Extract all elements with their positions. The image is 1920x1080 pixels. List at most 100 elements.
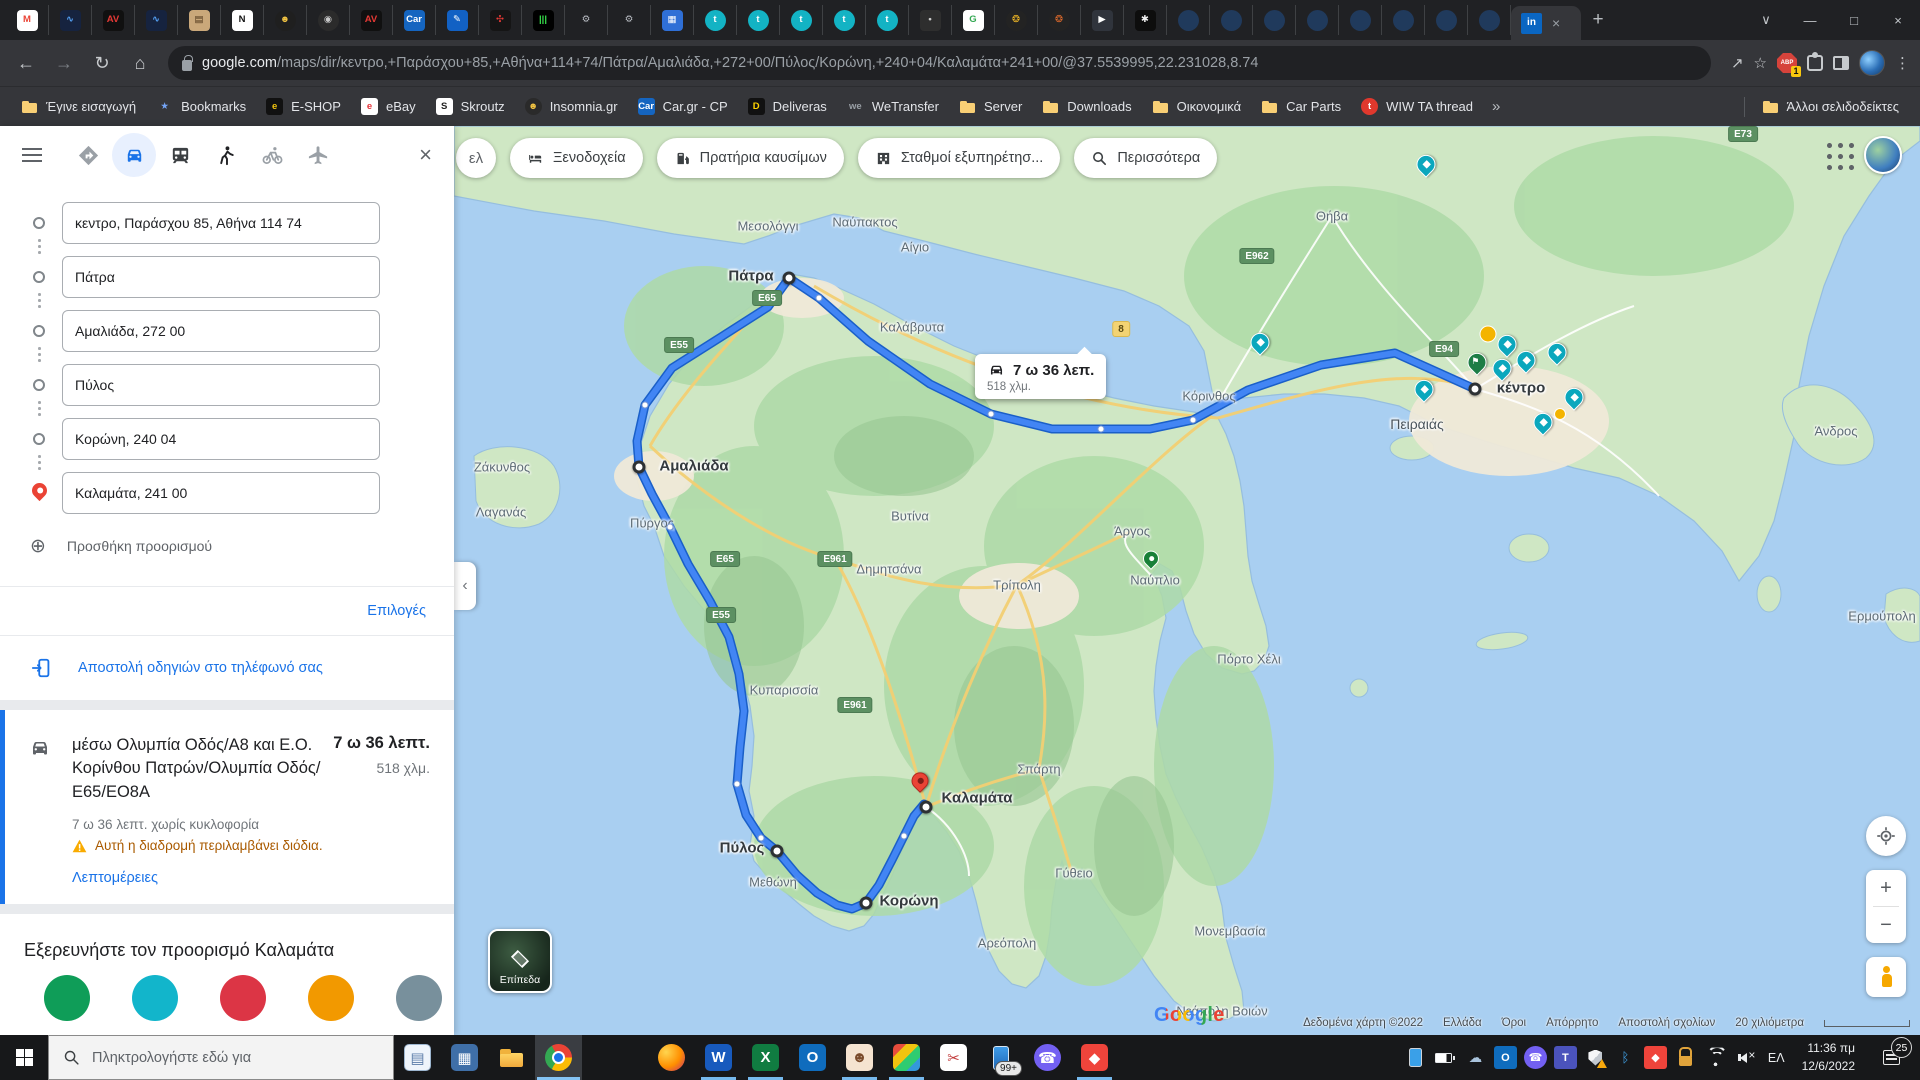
layers-button[interactable]: Επίπεδα xyxy=(488,929,552,993)
map-place-label[interactable]: Πύλος xyxy=(720,840,765,857)
taskbar-app-phone[interactable]: 99+ xyxy=(977,1035,1024,1080)
map-place-label[interactable]: Αρεόπολη xyxy=(978,936,1036,951)
browser-tab[interactable]: ||| xyxy=(522,5,565,35)
tray-icon[interactable]: O xyxy=(1494,1046,1517,1069)
taskbar-app-icon[interactable]: ☻ xyxy=(836,1035,883,1080)
map-place-label[interactable]: Ζάκυνθος xyxy=(474,460,530,475)
chip-service-stations[interactable]: Σταθμοί εξυπηρέτησ... xyxy=(858,138,1060,178)
tab-close-icon[interactable]: × xyxy=(1552,15,1560,31)
explore-category-button[interactable] xyxy=(220,975,266,1021)
taskbar-app-icon[interactable] xyxy=(535,1035,582,1080)
attribution-link[interactable]: Απόρρητο xyxy=(1546,1017,1598,1029)
browser-tab[interactable]: ☻ xyxy=(264,5,307,35)
map-place-label[interactable]: Σπάρτη xyxy=(1017,762,1060,777)
action-center-button[interactable]: 25 xyxy=(1868,1050,1914,1065)
browser-tab[interactable]: ✣ xyxy=(479,5,522,35)
browser-tab[interactable]: • xyxy=(909,5,952,35)
attribution-link[interactable]: Αποστολή σχολίων xyxy=(1618,1017,1715,1029)
options-link[interactable]: Επιλογές xyxy=(367,603,426,619)
bookmark-item[interactable]: we WeTransfer xyxy=(838,93,948,121)
browser-tab[interactable] xyxy=(1167,5,1210,35)
mode-driving[interactable] xyxy=(112,133,156,177)
map-place-label[interactable]: Άνδρος xyxy=(1814,424,1857,439)
browser-tab[interactable]: t xyxy=(694,5,737,35)
taskbar-app-icon[interactable]: X xyxy=(742,1035,789,1080)
mode-walking[interactable] xyxy=(204,133,248,177)
route-summary-card[interactable]: μέσω Ολυμπία Οδός/Α8 και Ε.Ο. Κορίνθου Π… xyxy=(0,710,454,904)
waypoint-input[interactable] xyxy=(62,364,380,406)
explore-category-button[interactable] xyxy=(396,975,442,1021)
tray-icon[interactable] xyxy=(1404,1046,1427,1069)
explore-category-button[interactable] xyxy=(44,975,90,1021)
mode-best-route[interactable] xyxy=(66,133,110,177)
map-marker-icon[interactable] xyxy=(1494,331,1521,358)
bookmark-item[interactable]: e E-SHOP xyxy=(257,93,350,121)
tray-icon[interactable]: ᛒ xyxy=(1614,1046,1637,1069)
map-place-label[interactable]: Μεσολόγγι xyxy=(737,219,798,234)
tray-icon[interactable]: ☁ xyxy=(1464,1046,1487,1069)
map-marker-icon[interactable] xyxy=(1098,426,1105,433)
map-marker-icon[interactable] xyxy=(633,461,646,474)
share-icon[interactable]: ↗ xyxy=(1731,54,1744,72)
map-place-label[interactable]: Θήβα xyxy=(1316,209,1348,224)
map-marker-icon[interactable] xyxy=(1413,151,1440,178)
bookmark-item[interactable]: Οικονομικά xyxy=(1143,93,1251,121)
map-marker-icon[interactable] xyxy=(771,845,784,858)
explore-category-button[interactable] xyxy=(132,975,178,1021)
map-place-label[interactable]: Κυπαρισσία xyxy=(750,683,819,698)
map-place-label[interactable]: κέντρο xyxy=(1497,380,1546,397)
browser-tab[interactable] xyxy=(1296,5,1339,35)
map-place-label[interactable]: Δημητσάνα xyxy=(856,562,921,577)
attribution-link[interactable]: Δεδομένα χάρτη ©2022 xyxy=(1303,1017,1423,1029)
browser-menu-icon[interactable]: ⋮ xyxy=(1895,54,1910,72)
map-marker-icon[interactable] xyxy=(1480,326,1497,343)
taskbar-app-icon[interactable] xyxy=(488,1035,535,1080)
map-place-label[interactable]: Ερμούπολη xyxy=(1848,609,1915,624)
map-marker-icon[interactable] xyxy=(816,295,823,302)
back-button[interactable]: ← xyxy=(10,47,42,79)
bookmarks-overflow-icon[interactable]: » xyxy=(1484,98,1508,115)
mode-transit[interactable] xyxy=(158,133,202,177)
waypoint-input[interactable] xyxy=(62,418,380,460)
my-location-button[interactable] xyxy=(1866,816,1906,856)
browser-tab[interactable] xyxy=(1339,5,1382,35)
map-marker-icon[interactable] xyxy=(908,769,932,793)
browser-tab[interactable]: ∿ xyxy=(49,5,92,35)
account-avatar[interactable] xyxy=(1864,136,1902,174)
map-marker-icon[interactable] xyxy=(1561,384,1588,411)
attribution-link[interactable]: Ελλάδα xyxy=(1443,1017,1482,1029)
browser-tab[interactable]: AV xyxy=(350,5,393,35)
tray-icon[interactable] xyxy=(1434,1046,1457,1069)
map-place-label[interactable]: Βυτίνα xyxy=(891,509,929,524)
waypoint-input[interactable] xyxy=(62,256,380,298)
pegman-button[interactable] xyxy=(1866,957,1906,997)
window-maximize-button[interactable]: □ xyxy=(1832,0,1876,40)
browser-tab[interactable]: ▦ xyxy=(651,5,694,35)
tab-search-icon[interactable]: ∨ xyxy=(1744,0,1788,40)
browser-tab[interactable]: t xyxy=(866,5,909,35)
https-lock-icon[interactable] xyxy=(182,60,192,71)
map-place-label[interactable]: Ναύπακτος xyxy=(832,215,897,230)
map-canvas[interactable]: ΜεσολόγγιΝαύπακτοςΑίγιοΠάτραΚαλάβρυταΚόρ… xyxy=(454,126,1920,1035)
map-place-label[interactable]: Γύθειο xyxy=(1055,866,1092,881)
browser-tab[interactable]: ◉ xyxy=(307,5,350,35)
taskbar-app-icon[interactable]: ▤ xyxy=(394,1035,441,1080)
browser-tab[interactable]: ❂ xyxy=(1038,5,1081,35)
start-button[interactable] xyxy=(0,1035,48,1080)
map-place-label[interactable]: Ναύπλιο xyxy=(1130,573,1180,588)
map-place-label[interactable]: Λαγανάς xyxy=(476,505,527,520)
browser-tab[interactable] xyxy=(1210,5,1253,35)
map-marker-icon[interactable] xyxy=(758,835,765,842)
zoom-out-button[interactable]: − xyxy=(1866,907,1906,943)
zoom-in-button[interactable]: + xyxy=(1866,870,1906,906)
bookmark-item[interactable]: e eBay xyxy=(352,93,425,121)
mode-cycling[interactable] xyxy=(250,133,294,177)
map-place-label[interactable]: Μεθώνη xyxy=(749,875,797,890)
tray-icon[interactable]: T xyxy=(1554,1046,1577,1069)
browser-tab[interactable]: N xyxy=(221,5,264,35)
waypoint-input[interactable] xyxy=(62,202,380,244)
send-to-phone-button[interactable]: Αποστολή οδηγιών στο τηλέφωνό σας xyxy=(0,636,454,700)
forward-button[interactable]: → xyxy=(48,47,80,79)
collapse-side-panel-button[interactable]: ‹ xyxy=(454,562,476,610)
taskbar-app-icon[interactable] xyxy=(883,1035,930,1080)
